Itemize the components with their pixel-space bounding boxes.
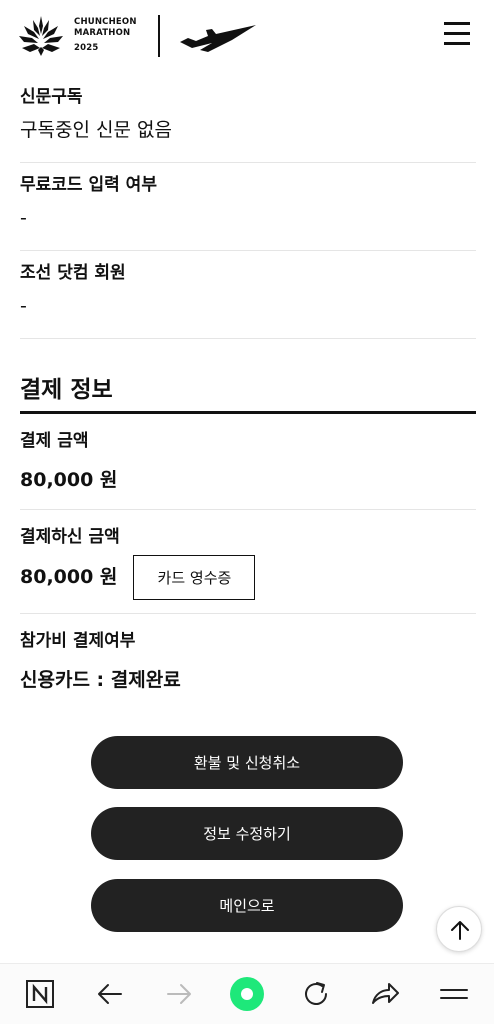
field-value: - [20,295,27,317]
field-value: 신용카드 : 결제완료 [20,669,181,691]
hamburger-menu-icon[interactable] [444,22,472,50]
field-label: 무료코드 입력 여부 [20,175,157,195]
field-paid-amount: 결제하신 금액 80,000 원 카드 영수증 [20,510,476,614]
field-value: 80,000 원 [20,566,118,588]
field-value: 구독중인 신문 없음 [20,119,172,141]
logo-line-2: MARATHON [74,28,131,38]
field-value: 80,000 원 [20,469,118,491]
menu-lines-icon[interactable] [438,978,470,1010]
browser-bottom-toolbar [0,963,494,1024]
field-label: 결제하신 금액 [20,527,120,547]
paid-amount-row: 80,000 원 카드 영수증 [20,554,476,600]
edit-info-button[interactable]: 정보 수정하기 [91,807,403,860]
field-value: - [20,207,27,229]
scroll-to-top-button[interactable] [436,906,482,952]
forward-arrow-icon[interactable] [163,978,195,1010]
naver-home-icon[interactable] [24,978,56,1010]
field-free-code: 무료코드 입력 여부 - [20,163,476,251]
airplane-logo-icon [180,25,256,52]
arrow-up-icon [451,921,469,940]
card-receipt-button[interactable]: 카드 영수증 [133,554,256,600]
field-label: 결제 금액 [20,431,89,451]
share-icon[interactable] [369,978,401,1010]
field-newspaper: 신문구독 구독중인 신문 없음 [20,75,476,163]
field-label: 신문구독 [20,87,83,107]
field-label: 조선 닷컴 회원 [20,263,126,283]
application-detail: 신문구독 구독중인 신문 없음 무료코드 입력 여부 - 조선 닷컴 회원 - … [20,75,476,704]
logo-line-3: 2025 [74,43,99,53]
go-main-button[interactable]: 메인으로 [91,879,403,932]
logo-divider [158,15,160,57]
field-payment-status: 참가비 결제여부 신용카드 : 결제완료 [20,614,476,704]
field-chosun-member: 조선 닷컴 회원 - [20,251,476,339]
payment-section-title: 결제 정보 [20,370,476,414]
back-arrow-icon[interactable] [94,978,126,1010]
field-payment-amount: 결제 금액 80,000 원 [20,414,476,510]
field-label: 참가비 결제여부 [20,631,136,651]
refresh-icon[interactable] [300,978,332,1010]
green-dot-icon[interactable] [229,976,265,1012]
site-header: CHUNCHEON MARATHON 2025 [0,0,494,75]
logo-line-1: CHUNCHEON [74,17,137,27]
refund-cancel-button[interactable]: 환불 및 신청취소 [91,736,403,789]
logo-text: CHUNCHEON MARATHON 2025 [74,17,137,54]
chuncheon-marathon-logo-icon[interactable] [18,14,64,58]
